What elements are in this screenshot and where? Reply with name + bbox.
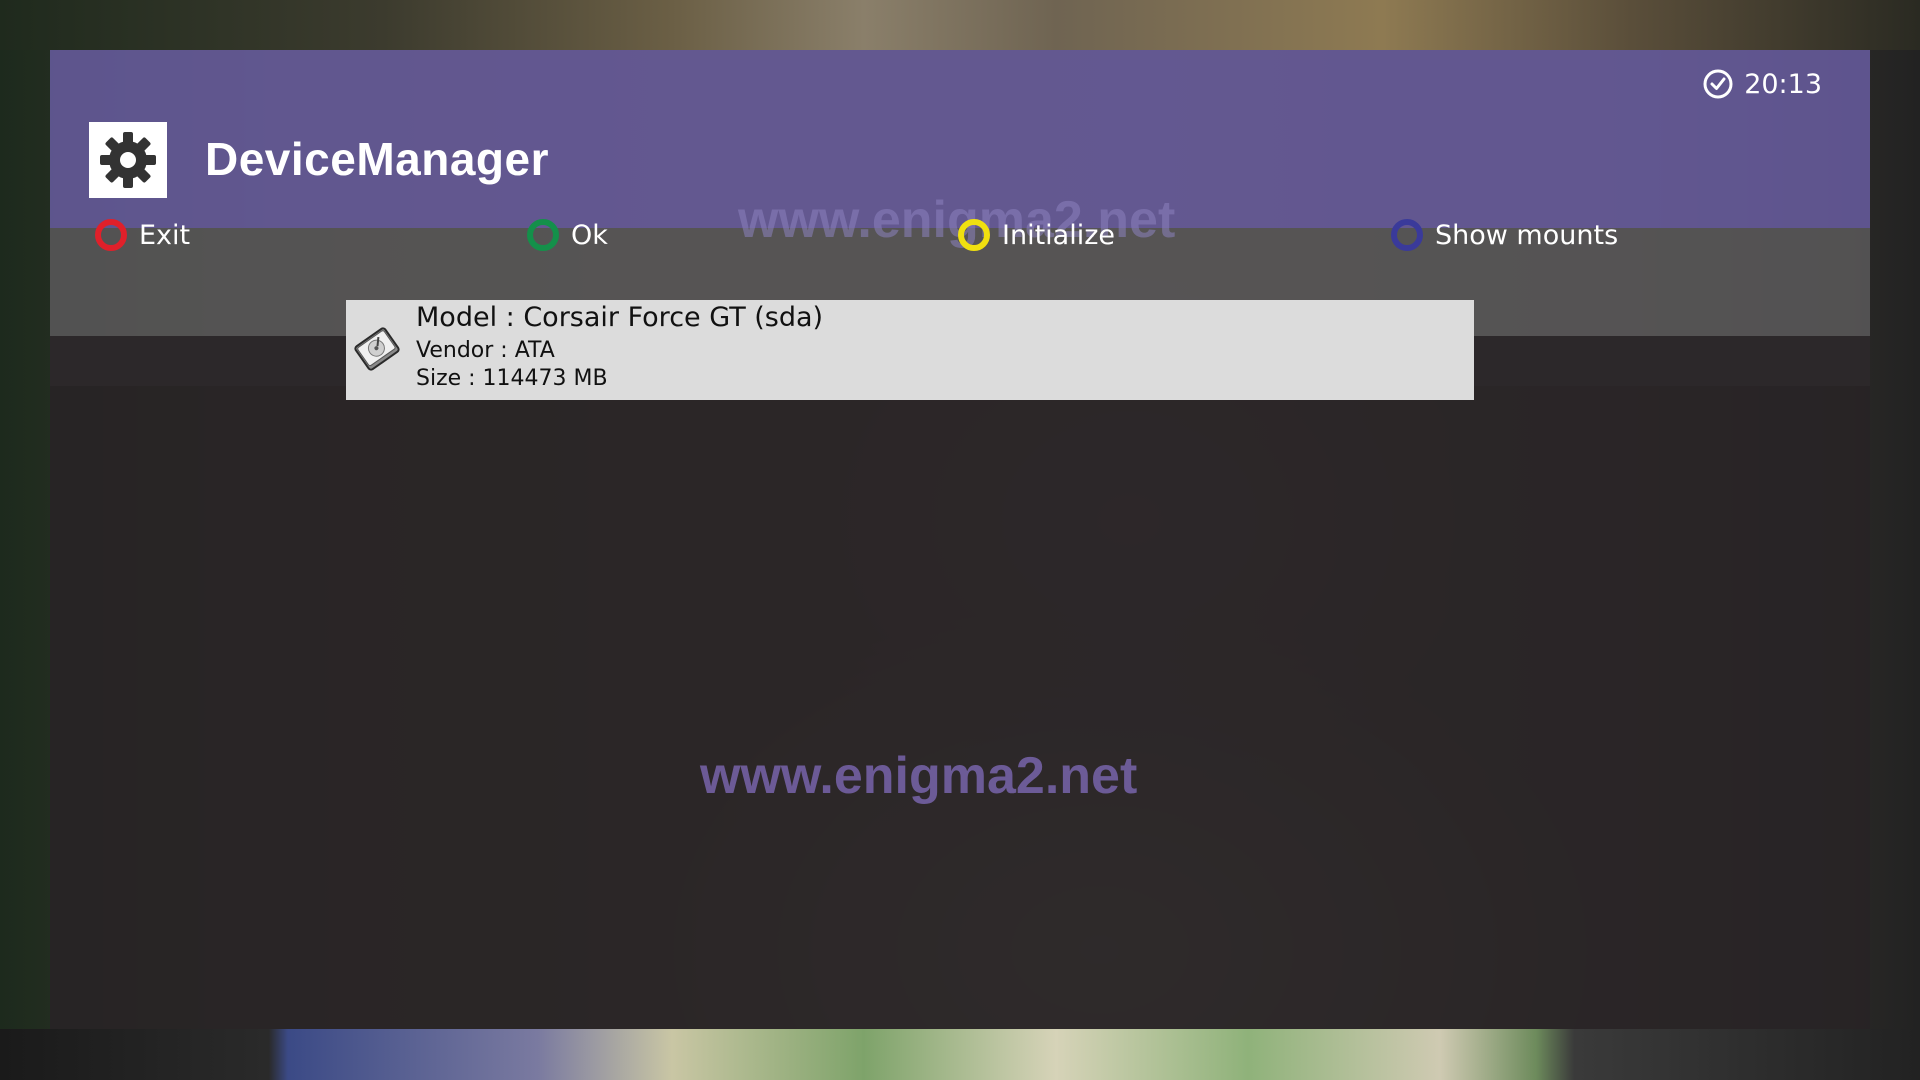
red-button-exit[interactable]: Exit bbox=[95, 215, 190, 255]
red-key-icon bbox=[95, 219, 127, 251]
video-background-top bbox=[0, 0, 1920, 50]
device-list-item[interactable]: Model : Corsair Force GT (sda) Vendor : … bbox=[346, 300, 1474, 400]
device-size: Size : 114473 MB bbox=[416, 366, 608, 391]
clock-time: 20:13 bbox=[1744, 68, 1822, 100]
clock: 20:13 bbox=[1702, 68, 1822, 100]
device-manager-window: DeviceManager 20:13 www.enigma2.net bbox=[50, 50, 1870, 1029]
device-model: Model : Corsair Force GT (sda) bbox=[416, 302, 824, 333]
tv-screen: DeviceManager 20:13 www.enigma2.net Exit… bbox=[0, 0, 1920, 1080]
content-area bbox=[50, 336, 1870, 1029]
watermark-center: www.enigma2.net bbox=[700, 747, 1138, 805]
page-title: DeviceManager bbox=[205, 133, 549, 185]
hard-disk-icon bbox=[354, 327, 400, 371]
red-button-label: Exit bbox=[139, 219, 191, 251]
blue-button-label: Show mounts bbox=[1435, 219, 1619, 251]
app-icon bbox=[89, 122, 167, 198]
device-list: Model : Corsair Force GT (sda) Vendor : … bbox=[346, 300, 1474, 400]
green-button-ok[interactable]: Ok bbox=[527, 215, 608, 255]
yellow-key-icon bbox=[958, 219, 990, 251]
yellow-button-label: Initialize bbox=[1002, 219, 1115, 251]
clock-icon bbox=[1703, 69, 1733, 99]
device-vendor: Vendor : ATA bbox=[416, 338, 555, 363]
blue-button-show-mounts[interactable]: Show mounts bbox=[1391, 215, 1618, 255]
gear-icon bbox=[100, 132, 156, 188]
green-key-icon bbox=[527, 219, 559, 251]
yellow-button-initialize[interactable]: Initialize bbox=[958, 215, 1115, 255]
green-button-label: Ok bbox=[571, 219, 608, 251]
video-background-bottom bbox=[0, 1029, 1920, 1080]
blue-key-icon bbox=[1391, 219, 1423, 251]
